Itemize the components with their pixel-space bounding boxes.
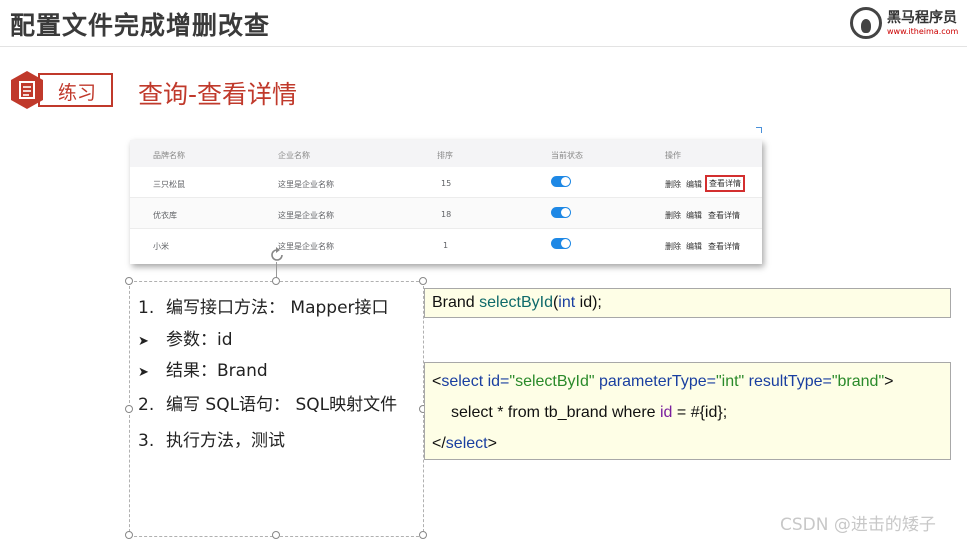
view-details-link[interactable]: 查看详情: [708, 210, 740, 221]
slide-title: 配置文件完成增删改查: [10, 11, 271, 40]
delete-link[interactable]: 删除: [665, 241, 681, 252]
rotate-handle-icon[interactable]: [268, 246, 286, 264]
table-row: 小米 这里是企业名称 1 删除 编辑 查看详情: [130, 229, 762, 260]
code-variable: id: [660, 404, 673, 421]
step-3-number: 3.: [138, 431, 155, 451]
code-line: <select id="selectById" parameterType="i…: [432, 373, 893, 391]
code-param-type: int: [558, 294, 576, 311]
mapper-method-code: Brand selectById(int id);: [424, 288, 951, 318]
code-string: "selectById": [509, 373, 595, 390]
status-switch[interactable]: [551, 176, 571, 187]
code-string: "int": [715, 373, 745, 390]
brand-name-cell: 优衣库: [153, 211, 177, 220]
code-attr: resultType=: [744, 373, 832, 390]
resize-handle-top-left[interactable]: [125, 277, 133, 285]
view-details-link[interactable]: 查看详情: [705, 175, 745, 192]
code-token: >: [487, 435, 497, 452]
step-1-bullet-param: ➤ 参数：id: [138, 325, 233, 350]
param-text: 参数：id: [166, 330, 233, 350]
header-brand-name: 品牌名称: [153, 151, 185, 160]
logo-url-text: www.itheima.com: [887, 27, 959, 36]
resize-handle-top-right[interactable]: [419, 277, 427, 285]
company-name-cell: 这里是企业名称: [278, 242, 334, 251]
code-token: <: [432, 373, 442, 390]
table-header-row: 品牌名称 企业名称 排序 当前状态 操作: [130, 140, 762, 167]
resize-handle-top[interactable]: [272, 277, 280, 285]
code-sql: = #{id};: [672, 404, 728, 421]
code-line: select * from tb_brand where id = #{id};: [451, 404, 727, 422]
step-2: 2. 编写 SQL语句： SQL映射文件: [138, 390, 397, 415]
code-sql: select * from tb_brand where: [451, 404, 660, 421]
table-row: 三只松鼠 这里是企业名称 15 删除 编辑 查看详情: [130, 167, 762, 198]
step-2-number: 2.: [138, 395, 155, 415]
header-order: 排序: [437, 151, 453, 160]
status-switch[interactable]: [551, 238, 571, 249]
arrow-bullet-icon: ➤: [138, 365, 149, 380]
horse-logo-icon: [850, 7, 882, 39]
code-token: </: [432, 435, 446, 452]
edit-link[interactable]: 编辑: [686, 210, 702, 221]
brand-name-cell: 小米: [153, 242, 169, 251]
order-cell: 1: [443, 241, 449, 250]
status-switch[interactable]: [551, 207, 571, 218]
company-name-cell: 这里是企业名称: [278, 180, 334, 189]
header-actions: 操作: [665, 151, 681, 160]
code-token: >: [884, 373, 894, 390]
step-1-bullet-result: ➤ 结果：Brand: [138, 356, 268, 381]
edit-link[interactable]: 编辑: [686, 241, 702, 252]
code-type: Brand: [432, 294, 475, 311]
company-name-cell: 这里是企业名称: [278, 211, 334, 220]
header-company-name: 企业名称: [278, 151, 310, 160]
code-method-name: selectById: [479, 294, 553, 311]
step-1: 1. 编写接口方法： Mapper接口: [138, 293, 389, 318]
code-attr: parameterType=: [594, 373, 716, 390]
resize-handle-bottom-left[interactable]: [125, 531, 133, 539]
brand-name-cell: 三只松鼠: [153, 180, 185, 189]
resize-handle-bottom[interactable]: [272, 531, 280, 539]
selection-corner-marker: [756, 127, 762, 133]
edit-link[interactable]: 编辑: [686, 179, 702, 190]
code-line: </select>: [432, 435, 497, 453]
delete-link[interactable]: 删除: [665, 179, 681, 190]
code-param-rest: id);: [575, 294, 602, 311]
csdn-watermark: CSDN @进击的矮子: [780, 515, 936, 535]
view-details-link[interactable]: 查看详情: [708, 241, 740, 252]
code-tag: select: [445, 435, 488, 452]
header-status: 当前状态: [551, 151, 583, 160]
logo-brand-text: 黑马程序员: [887, 10, 957, 26]
code-tag: select: [441, 373, 484, 390]
resize-handle-bottom-right[interactable]: [419, 531, 427, 539]
step-3-text: 执行方法，测试: [166, 431, 285, 451]
document-icon: [10, 70, 44, 110]
header-divider: [0, 46, 967, 47]
step-1-text: 编写接口方法： Mapper接口: [166, 298, 389, 318]
code-string: "brand": [831, 373, 885, 390]
resize-handle-left[interactable]: [125, 405, 133, 413]
order-cell: 15: [441, 179, 452, 188]
table-row: 优衣库 这里是企业名称 18 删除 编辑 查看详情: [130, 198, 762, 229]
step-1-number: 1.: [138, 298, 155, 318]
brand-logo: 黑马程序员 www.itheima.com: [850, 5, 962, 41]
exercise-label: 练习: [58, 82, 97, 104]
delete-link[interactable]: 删除: [665, 210, 681, 221]
slide-subtitle: 查询-查看详情: [138, 80, 298, 109]
step-2-text: 编写 SQL语句： SQL映射文件: [166, 395, 398, 415]
code-attr: id=: [483, 373, 510, 390]
sql-mapping-code: <select id="selectById" parameterType="i…: [424, 362, 951, 460]
order-cell: 18: [441, 210, 452, 219]
brand-table: 品牌名称 企业名称 排序 当前状态 操作 三只松鼠 这里是企业名称 15 删除 …: [130, 140, 762, 264]
step-3: 3. 执行方法，测试: [138, 426, 285, 451]
arrow-bullet-icon: ➤: [138, 334, 149, 349]
code-line: Brand selectById(int id);: [432, 294, 602, 312]
result-text: 结果：Brand: [166, 361, 268, 381]
